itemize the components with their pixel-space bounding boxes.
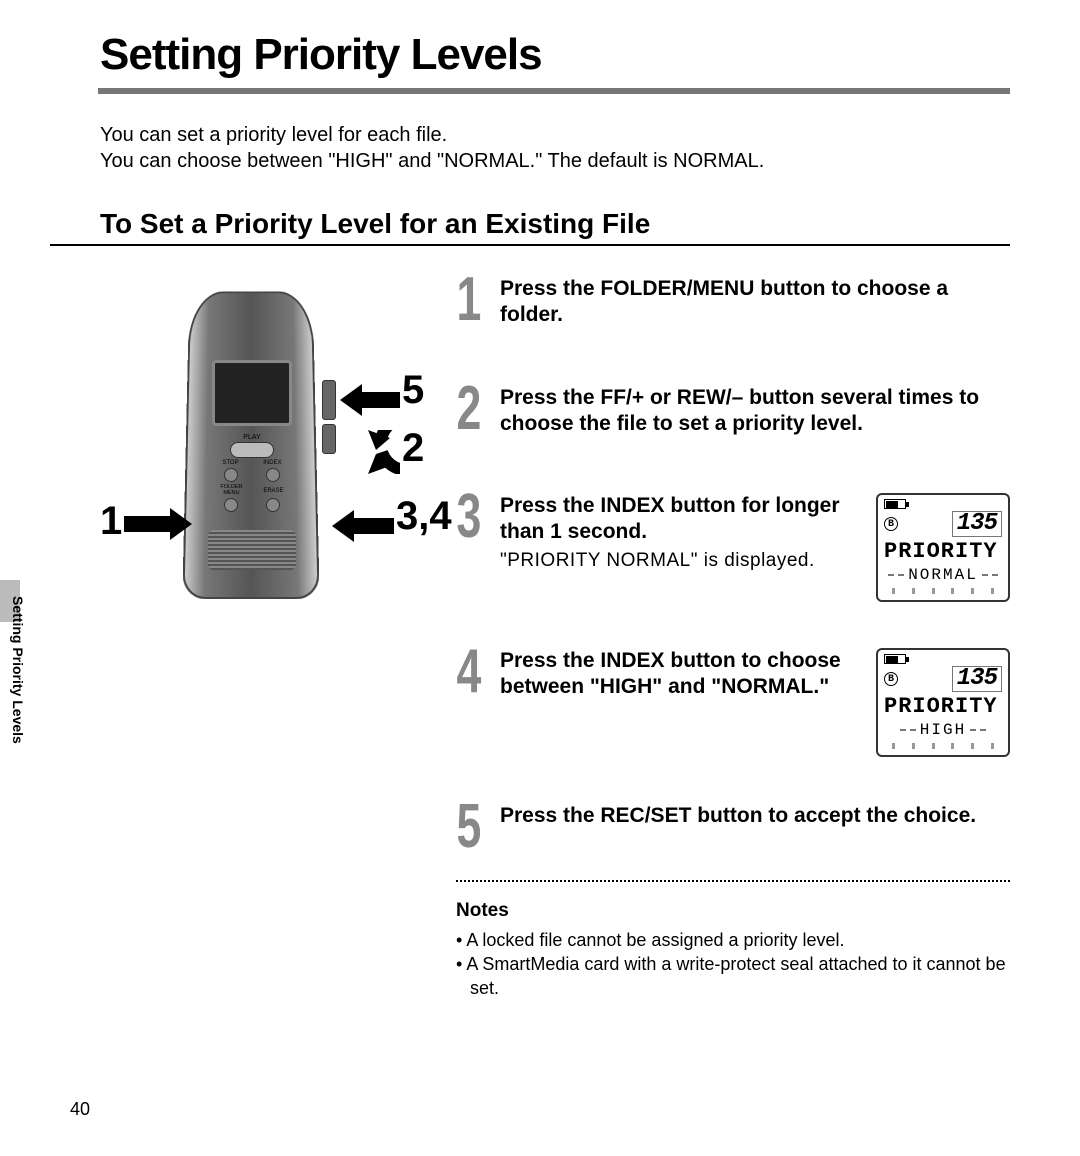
step-2: 2 Press the FF/+ or REW/– button several… — [456, 383, 1010, 438]
battery-icon — [884, 499, 906, 509]
callout-2: 2 — [402, 426, 424, 471]
page-title: Setting Priority Levels — [50, 30, 1010, 80]
step-title: Press the FOLDER/MENU button to choose a… — [500, 276, 1010, 329]
folder-menu-button-icon — [224, 498, 238, 512]
erase-button-icon — [266, 498, 280, 512]
intro-line-2: You can choose between "HIGH" and "NORMA… — [100, 148, 1010, 174]
step-number: 3 — [456, 491, 482, 544]
title-rule — [98, 88, 1010, 94]
arrow-callout-5 — [340, 384, 400, 416]
battery-icon — [884, 654, 906, 664]
callout-3-4: 3,4 — [396, 494, 452, 539]
index-button-label: INDEX — [263, 460, 281, 466]
voice-recorder-illustration: PLAY STOP INDEX FOLDERMENU ERASE — [166, 274, 336, 604]
steps-list: 1 Press the FOLDER/MENU button to choose… — [456, 274, 1010, 1001]
callout-1: 1 — [100, 499, 122, 544]
side-button-1 — [322, 380, 336, 420]
step-1: 1 Press the FOLDER/MENU button to choose… — [456, 274, 1010, 329]
lcd-file-number: 135 — [952, 666, 1002, 692]
folder-menu-button-label: FOLDERMENU — [220, 485, 242, 496]
arrow-callout-3-4 — [332, 510, 394, 542]
step-title: Press the REC/SET button to accept the c… — [500, 803, 1010, 829]
step-subtext: "PRIORITY NORMAL" is displayed. — [500, 550, 862, 572]
step-title: Press the INDEX button for longer than 1… — [500, 493, 862, 546]
lcd-line-1: PRIORITY — [884, 539, 1002, 564]
note-item: A locked file cannot be assigned a prior… — [456, 928, 1010, 952]
stop-button-icon — [224, 468, 238, 482]
callout-5: 5 — [402, 368, 424, 413]
index-button-icon — [266, 468, 280, 482]
lcd-file-number: 135 — [952, 511, 1002, 537]
step-3: 3 Press the INDEX button for longer than… — [456, 491, 1010, 602]
lcd-display-high: B 135 PRIORITY HIGH — [876, 648, 1010, 757]
erase-button-label: ERASE — [263, 488, 283, 494]
intro-text: You can set a priority level for each fi… — [50, 122, 1010, 174]
dotted-separator — [456, 880, 1010, 882]
lcd-folder: B — [884, 517, 898, 531]
step-number: 5 — [456, 801, 482, 854]
device-figure: PLAY STOP INDEX FOLDERMENU ERASE — [100, 274, 430, 1001]
step-number: 4 — [456, 646, 482, 699]
notes-heading: Notes — [456, 900, 1010, 922]
lcd-status: HIGH — [920, 721, 966, 739]
arrow-callout-2 — [342, 430, 400, 479]
section-subtitle: To Set a Priority Level for an Existing … — [50, 208, 1010, 246]
lcd-line-1: PRIORITY — [884, 694, 1002, 719]
step-4: 4 Press the INDEX button to choose betwe… — [456, 646, 1010, 757]
lcd-display-normal: B 135 PRIORITY NORMAL — [876, 493, 1010, 602]
stop-button-label: STOP — [222, 460, 238, 466]
step-number: 1 — [456, 274, 482, 327]
side-button-2 — [322, 424, 336, 454]
intro-line-1: You can set a priority level for each fi… — [100, 122, 1010, 148]
lcd-folder: B — [884, 672, 898, 686]
step-5: 5 Press the REC/SET button to accept the… — [456, 801, 1010, 854]
page-number: 40 — [70, 1099, 90, 1120]
play-button-icon — [230, 442, 274, 458]
arrow-callout-1 — [124, 508, 192, 540]
notes-list: A locked file cannot be assigned a prior… — [456, 928, 1010, 1001]
step-number: 2 — [456, 383, 482, 436]
side-tab-label: Setting Priority Levels — [10, 596, 26, 744]
play-button-label: PLAY — [210, 434, 294, 441]
step-title: Press the FF/+ or REW/– button several t… — [500, 385, 1010, 438]
step-title: Press the INDEX button to choose between… — [500, 648, 862, 701]
note-item: A SmartMedia card with a write-protect s… — [456, 952, 1010, 1001]
side-tab: Setting Priority Levels — [0, 580, 34, 810]
speaker-grille — [208, 530, 296, 570]
lcd-status: NORMAL — [908, 566, 978, 584]
